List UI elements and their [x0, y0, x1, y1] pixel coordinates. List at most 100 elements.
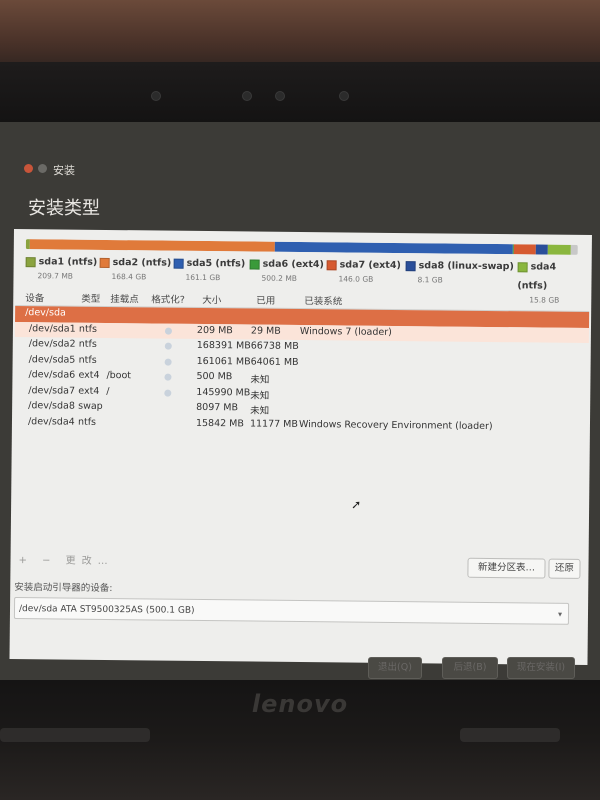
- boot-loader-select[interactable]: /dev/sda ATA ST9500325AS (500.1 GB) ▾: [13, 597, 570, 625]
- cell-device: /dev/sda5: [28, 353, 76, 366]
- cell-system: Windows 7 (loader): [299, 325, 392, 338]
- boot-loader-label: 安装启动引导器的设备:: [14, 582, 113, 595]
- cell-used: 29 MB: [250, 324, 281, 337]
- legend-size: 209.7 MB: [37, 271, 74, 281]
- legend-swatch: [249, 258, 260, 270]
- cell-used: 11177 MB: [249, 417, 299, 430]
- legend-item: sda5 (ntfs) 161.1 GB: [173, 253, 245, 283]
- legend-item: sda1 (ntfs) 209.7 MB: [25, 251, 97, 281]
- cell-type: ntfs: [78, 338, 97, 350]
- partition-legend: sda1 (ntfs) 209.7 MB sda2 (ntfs) 168.4 G…: [25, 251, 585, 305]
- boot-loader-value: /dev/sda ATA ST9500325AS (500.1 GB): [18, 604, 195, 616]
- cell-size: 145990 MB: [196, 386, 251, 398]
- window-close-button[interactable]: [24, 164, 33, 173]
- legend-name: sda6 (ext4): [262, 258, 324, 271]
- partition-segment-sda8: [536, 244, 549, 255]
- partition-table: /dev/sda /dev/sda1 ntfs 209 MB 29 MB Win…: [14, 306, 590, 436]
- cell-type: ntfs: [78, 354, 97, 366]
- legend-item: sda2 (ntfs) 168.4 GB: [99, 252, 171, 282]
- cell-size: 209 MB: [196, 324, 233, 336]
- cell-system: Windows Recovery Environment (loader): [298, 418, 493, 432]
- quit-button[interactable]: 退出(Q): [368, 657, 422, 679]
- cell-type: ext4: [78, 385, 100, 397]
- column-format[interactable]: 格式化?: [151, 291, 185, 305]
- cell-mount: /boot: [106, 369, 132, 382]
- cell-device: /dev/sda2: [28, 338, 76, 350]
- format-checkbox[interactable]: [164, 373, 172, 381]
- brand-logo: lenovo: [251, 690, 349, 718]
- legend-item: sda6 (ext4) 500.2 MB: [249, 253, 324, 283]
- legend-swatch: [326, 259, 337, 270]
- cell-size: 8097 MB: [196, 401, 239, 414]
- column-used[interactable]: 已用: [256, 293, 275, 307]
- cell-type: swap: [78, 400, 103, 412]
- hinge: [0, 728, 150, 742]
- legend-size: 8.1 GB: [417, 275, 443, 285]
- partition-tools[interactable]: + − 更改…: [18, 551, 113, 567]
- screen: 安装 安装类型 sda1 (ntfs) 209.7 MB sda2 (ntfs)…: [0, 122, 600, 680]
- cell-type: ext4: [78, 369, 100, 381]
- new-partition-table-button[interactable]: 新建分区表…: [467, 557, 546, 579]
- column-size[interactable]: 大小: [202, 292, 221, 306]
- partition-segment-sda7: [513, 244, 537, 255]
- cell-device: /dev/sda8: [28, 400, 75, 412]
- hinge: [460, 728, 560, 742]
- cell-size: 168391 MB: [196, 339, 251, 352]
- window-title: 安装: [53, 164, 75, 177]
- cell-mount: /: [106, 385, 110, 397]
- format-checkbox[interactable]: [164, 327, 172, 335]
- legend-swatch: [517, 261, 528, 272]
- cell-size: 500 MB: [196, 370, 233, 383]
- bezel-indicator: [152, 92, 160, 100]
- partition-segment-sda4: [548, 244, 571, 255]
- legend-size: 168.4 GB: [111, 272, 147, 282]
- legend-name: sda8 (linux-swap): [418, 260, 514, 273]
- bezel-indicator: [243, 92, 251, 100]
- column-system[interactable]: 已装系统: [304, 293, 342, 307]
- legend-swatch: [99, 257, 110, 268]
- legend-swatch: [405, 260, 416, 271]
- page-title: 安装类型: [28, 198, 100, 219]
- legend-swatch: [25, 256, 36, 267]
- legend-name: sda7 (ext4): [339, 259, 401, 272]
- legend-name: sda1 (ntfs): [38, 256, 98, 268]
- back-button[interactable]: 后退(B): [442, 657, 498, 679]
- bezel-indicator: [340, 92, 348, 100]
- install-now-button[interactable]: 现在安装(I): [507, 657, 575, 679]
- mouse-cursor-icon: ➚: [351, 497, 362, 512]
- cell-device: /dev/sda1: [28, 322, 76, 335]
- legend-item: sda7 (ext4) 146.0 GB: [326, 254, 401, 284]
- legend-name: sda2 (ntfs): [112, 257, 172, 269]
- webcam-icon: [276, 92, 284, 100]
- background-wall: [0, 0, 600, 70]
- format-checkbox[interactable]: [164, 358, 172, 366]
- laptop-top-bezel: [0, 62, 600, 122]
- cell-device: /dev/sda6: [28, 369, 76, 381]
- legend-size: 146.0 GB: [338, 274, 374, 284]
- format-checkbox[interactable]: [164, 389, 172, 397]
- cell-used: 66738 MB: [250, 340, 299, 352]
- cell-device: /dev/sda4: [27, 415, 75, 428]
- legend-item: sda8 (linux-swap) 8.1 GB: [405, 255, 514, 285]
- format-checkbox[interactable]: [164, 342, 172, 350]
- chevron-down-icon: ▾: [557, 609, 563, 619]
- cell-used: 未知: [250, 405, 270, 417]
- legend-name: sda5 (ntfs): [186, 257, 246, 270]
- revert-button[interactable]: 还原: [548, 558, 581, 579]
- cell-used: 未知: [250, 374, 270, 386]
- column-mount[interactable]: 挂载点: [110, 291, 139, 305]
- legend-swatch: [173, 258, 184, 269]
- cell-used: 未知: [250, 389, 270, 402]
- legend-size: 161.1 GB: [185, 272, 221, 283]
- window-minimize-button[interactable]: [38, 164, 47, 173]
- column-device[interactable]: 设备: [25, 290, 44, 304]
- cell-size: 161061 MB: [196, 355, 251, 367]
- legend-size: 500.2 MB: [261, 273, 298, 283]
- partition-segment-sda5: [274, 241, 513, 255]
- partition-segment-sda2: [29, 239, 275, 252]
- column-type[interactable]: 类型: [81, 291, 100, 305]
- partition-panel: sda1 (ntfs) 209.7 MB sda2 (ntfs) 168.4 G…: [9, 229, 592, 666]
- cell-used: 64061 MB: [250, 355, 299, 368]
- cell-size: 15842 MB: [195, 417, 245, 429]
- cell-device: /dev/sda7: [28, 384, 76, 397]
